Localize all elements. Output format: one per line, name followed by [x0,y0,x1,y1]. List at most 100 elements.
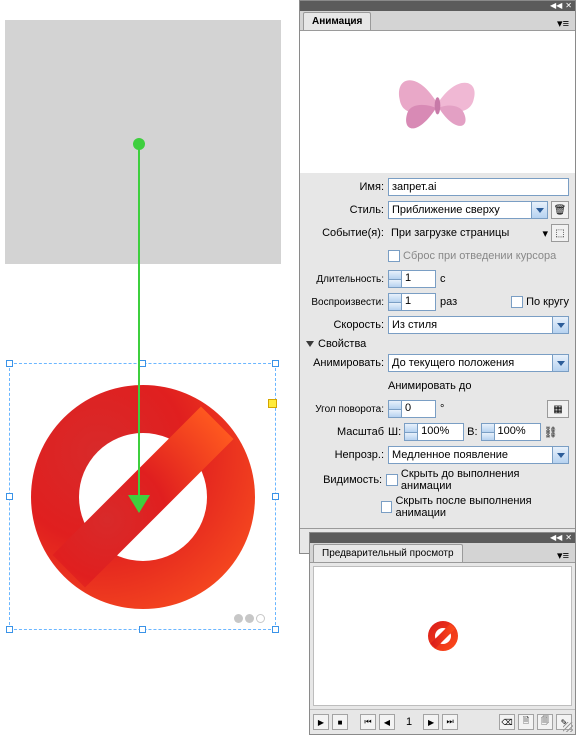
chevron-down-icon[interactable]: ▾ [542,227,548,240]
scale-h-value[interactable]: 100% [495,424,540,440]
name-label: Имя: [306,181,388,193]
scale-h-label: В: [467,426,477,438]
play-unit: раз [440,296,457,308]
properties-label: Свойства [318,338,366,350]
frame-number: 1 [398,716,420,728]
rotate-value[interactable]: 0 [402,401,435,417]
preview-canvas[interactable] [313,566,572,706]
animation-panel: ◀◀ ✕ Анимация ▾≡ Имя: Стиль: Приближение… [299,0,576,554]
loop-label: По кругу [526,296,569,308]
duration-spinner[interactable]: 1 [388,270,436,288]
opacity-value: Медленное появление [389,449,552,461]
preview-body [310,563,575,709]
content-grabber[interactable] [234,614,265,623]
tab-preview[interactable]: Предварительный просмотр [313,544,463,562]
trash-icon[interactable]: 🗑 [551,201,569,219]
next-frame-button[interactable]: ▶ [423,714,439,730]
play-spinner[interactable]: 1 [388,293,436,311]
reset-checkbox[interactable] [388,250,400,262]
page-icon[interactable]: 🗎 [518,714,534,730]
properties-section[interactable]: Свойства [306,338,569,350]
handle-top-left[interactable] [6,360,13,367]
play-label: Воспроизвести: [306,297,388,308]
origin-marker[interactable] [268,399,277,408]
duration-label: Длительность: [306,274,388,285]
duration-value[interactable]: 1 [402,271,435,287]
tab-label: Анимация [312,16,362,27]
preview-tabs: Предварительный просмотр ▾≡ [310,543,575,563]
handle-mid-right[interactable] [272,493,279,500]
animate-value: До текущего положения [389,357,552,369]
hide-after-checkbox[interactable] [381,501,392,513]
close-icon[interactable]: ✕ [565,534,572,542]
proxy-grid-icon[interactable]: ▦ [547,400,569,418]
hide-before-checkbox[interactable] [386,474,398,486]
chevron-down-icon[interactable] [552,355,568,371]
first-frame-button[interactable]: ⏮ [360,714,376,730]
speed-dropdown[interactable]: Из стиля [388,316,569,334]
motion-path-line[interactable] [138,143,140,505]
duration-unit: с [440,273,446,285]
event-dropdown[interactable]: При загрузке страницы ▾ [388,224,548,242]
speed-label: Скорость: [306,319,388,331]
style-dropdown[interactable]: Приближение сверху [388,201,548,219]
button-trigger-icon[interactable]: ⬚ [551,224,569,242]
scale-w-value[interactable]: 100% [418,424,463,440]
rotate-unit: ° [440,403,444,415]
tab-animation[interactable]: Анимация [303,12,371,30]
opacity-dropdown[interactable]: Медленное появление [388,446,569,464]
event-label: Событие(я): [306,227,388,239]
animate-dropdown[interactable]: До текущего положения [388,354,569,372]
rotate-spinner[interactable]: 0 [388,400,436,418]
handle-mid-left[interactable] [6,493,13,500]
motion-path-arrow[interactable] [128,495,150,513]
chevron-down-icon[interactable] [531,202,547,218]
name-input[interactable] [388,178,569,196]
handle-bot-right[interactable] [272,626,279,633]
style-value: Приближение сверху [389,204,531,216]
reset-label: Сброс при отведении курсора [403,250,556,262]
panel-menu-icon[interactable]: ▾≡ [551,17,575,30]
animate-label: Анимировать: [306,357,388,369]
play-button[interactable]: ▶ [313,714,329,730]
panel-body: Имя: Стиль: Приближение сверху 🗑 Событие… [300,173,575,528]
animate-to-label: Анимировать до [388,380,471,392]
handle-bot-mid[interactable] [139,626,146,633]
chevron-down-icon[interactable] [552,317,568,333]
handle-bot-left[interactable] [6,626,13,633]
loop-checkbox[interactable] [511,296,523,308]
scale-label: Масштаб [306,426,388,438]
collapse-icon[interactable]: ◀◀ [550,534,562,542]
panel-titlebar[interactable]: ◀◀ ✕ [300,1,575,11]
handle-top-right[interactable] [272,360,279,367]
scale-h-spinner[interactable]: 100% [481,423,541,441]
opacity-label: Непрозр.: [306,449,388,461]
style-label: Стиль: [306,204,388,216]
play-value[interactable]: 1 [402,294,435,310]
preset-preview [300,31,575,173]
stop-button[interactable]: ■ [332,714,348,730]
motion-path-start[interactable] [133,138,145,150]
scale-w-label: Ш: [388,426,401,438]
collapse-icon[interactable]: ◀◀ [550,2,562,10]
last-frame-button[interactable]: ⏭ [442,714,458,730]
link-icon[interactable]: ⛓ [544,426,558,439]
scale-w-spinner[interactable]: 100% [404,423,464,441]
speed-value: Из стиля [389,319,552,331]
hide-before-label: Скрыть до выполнения анимации [401,468,569,492]
prev-frame-button[interactable]: ◀ [379,714,395,730]
clear-button[interactable]: ⌫ [499,714,515,730]
panel-menu-icon[interactable]: ▾≡ [551,549,575,562]
rotate-label: Угол поворота: [306,404,388,415]
event-value: При загрузке страницы [388,227,538,239]
visibility-label: Видимость: [306,474,386,486]
mini-prohibition-sign [428,621,458,651]
close-icon[interactable]: ✕ [565,2,572,10]
preview-titlebar[interactable]: ◀◀ ✕ [310,533,575,543]
chevron-down-icon[interactable] [552,447,568,463]
doc-icon[interactable]: 🗐 [537,714,553,730]
preview-panel: ◀◀ ✕ Предварительный просмотр ▾≡ ▶ ■ ⏮ ◀… [309,532,576,735]
hide-after-label: Скрыть после выполнения анимации [395,495,569,519]
butterfly-icon [390,66,485,138]
panel-tabs: Анимация ▾≡ [300,11,575,31]
